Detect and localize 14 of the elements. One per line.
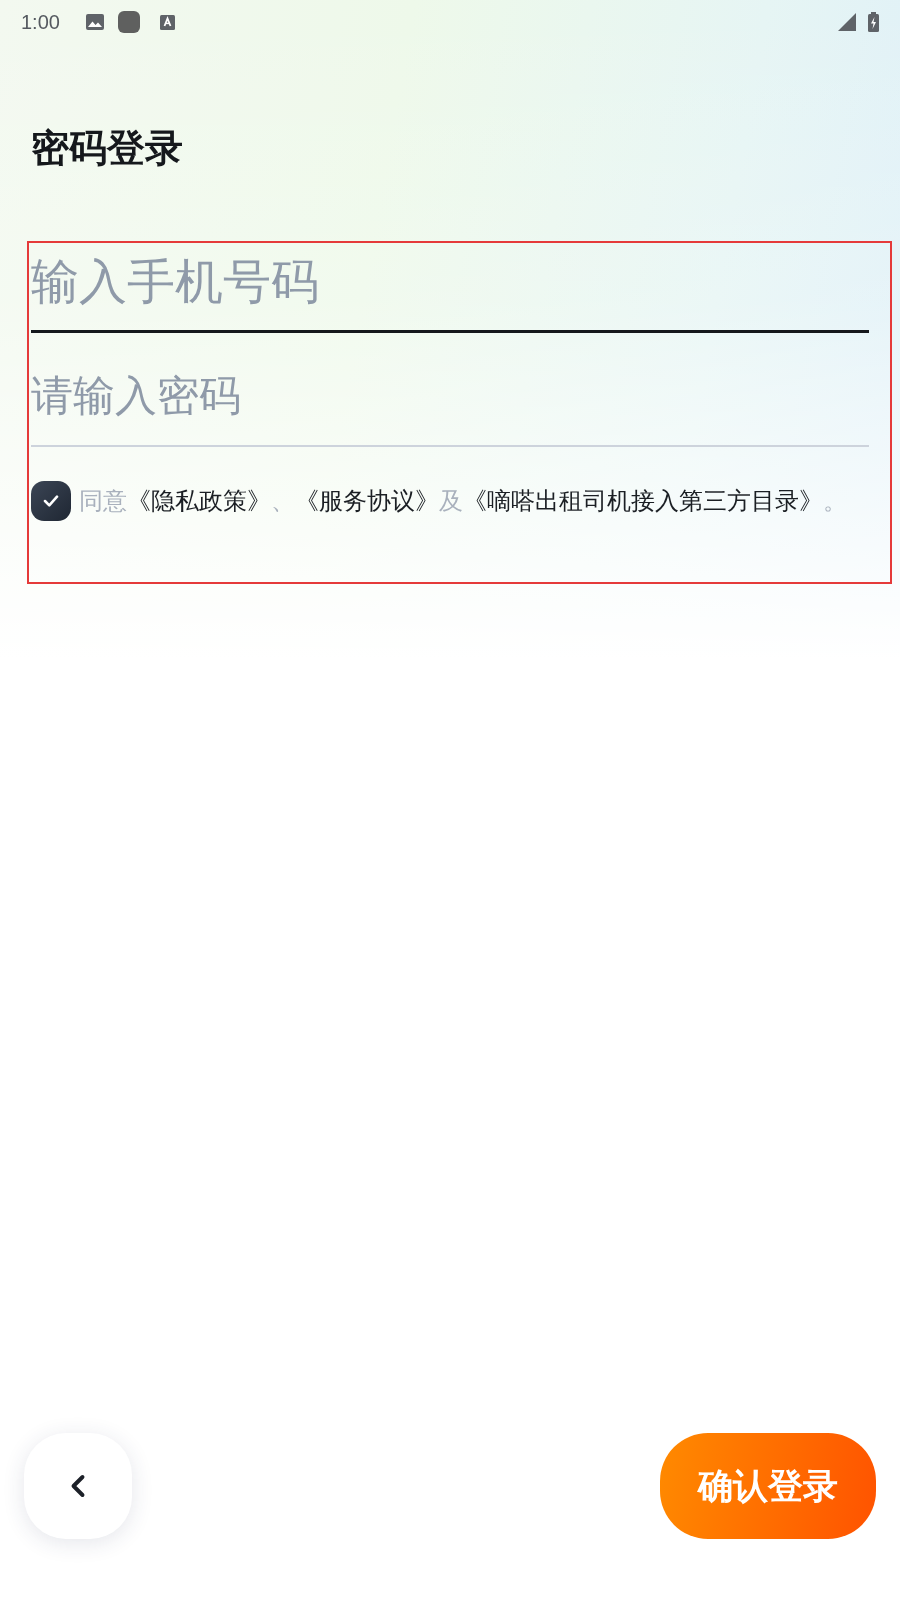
- agreement-link[interactable]: 《嘀嗒出租司机接入第三方目录》: [463, 488, 823, 514]
- signal-icon: [838, 13, 856, 31]
- battery-charging-icon: [868, 12, 879, 32]
- status-time: 1:00: [21, 10, 60, 35]
- agreement-link[interactable]: 《服务协议》: [295, 488, 439, 514]
- agreement-checkbox[interactable]: [31, 481, 71, 521]
- agreement-link[interactable]: 《隐私政策》: [127, 488, 271, 514]
- letter-tile-icon: [159, 14, 175, 30]
- image-icon: [85, 14, 104, 30]
- page-title: 密码登录: [31, 126, 183, 170]
- check-icon: [43, 495, 59, 507]
- password-input[interactable]: 请输入密码: [31, 333, 869, 447]
- agreement-text: 同意《隐私政策》、《服务协议》及《嘀嗒出租司机接入第三方目录》。: [79, 487, 847, 516]
- phone-input[interactable]: 输入手机号码: [31, 243, 869, 333]
